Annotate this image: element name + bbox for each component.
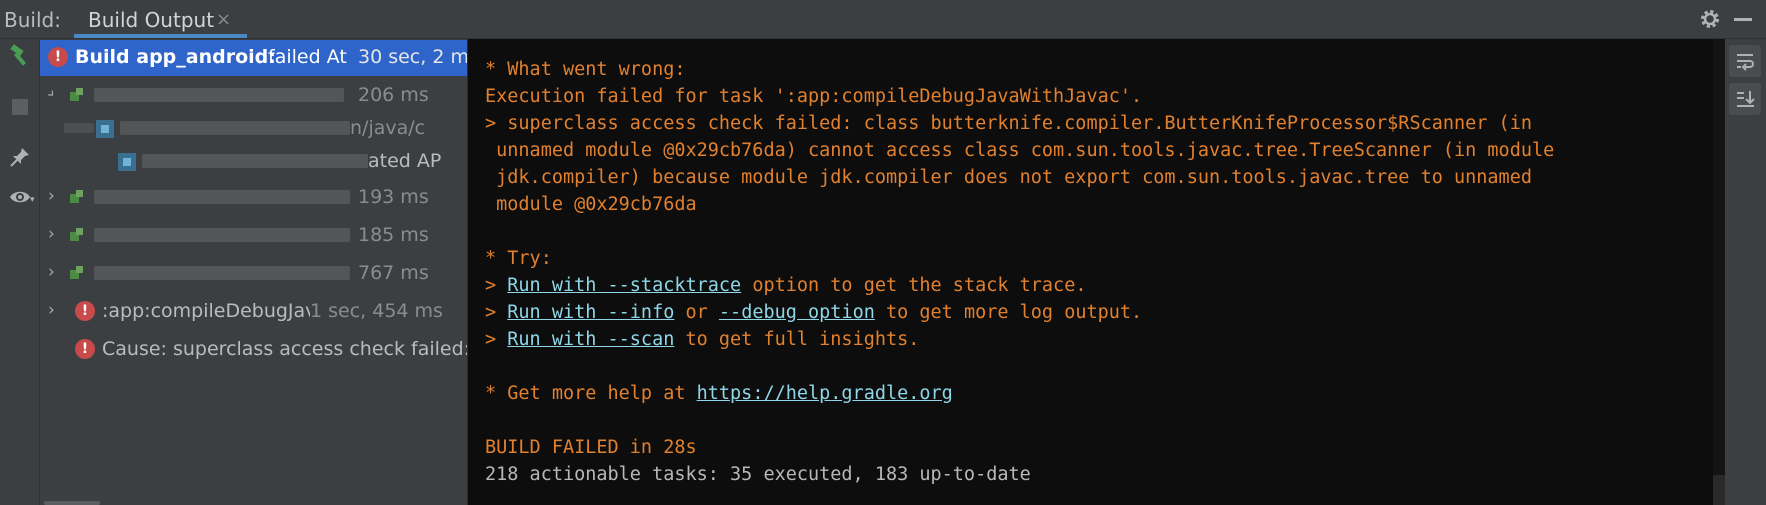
tree-row[interactable]: ated AP bbox=[40, 144, 467, 180]
hammer-icon[interactable] bbox=[6, 41, 34, 69]
pin-icon[interactable] bbox=[6, 143, 34, 171]
line-middle: or bbox=[674, 302, 719, 323]
left-toolbar: ▾ bbox=[0, 39, 40, 505]
console-output[interactable]: * What went wrong: Execution failed for … bbox=[468, 39, 1725, 505]
expand-arrow-icon[interactable]: › bbox=[48, 300, 55, 320]
run-scan-link[interactable]: Run with --scan bbox=[507, 329, 674, 350]
redacted-text bbox=[120, 121, 350, 135]
build-tree[interactable]: ! Build app_android: failed At 30 sec, 2… bbox=[40, 39, 468, 505]
toolwindow-title: Build: bbox=[4, 8, 61, 32]
path-fragment: n/java/c bbox=[350, 117, 426, 139]
message-fragment: ated AP bbox=[368, 150, 442, 172]
build-failed-line: BUILD FAILED in 28s bbox=[485, 437, 697, 458]
task-name: :app:compileDebugJavaW bbox=[102, 300, 310, 322]
build-title: Build app_android: bbox=[75, 46, 276, 68]
soft-wrap-icon[interactable] bbox=[1729, 45, 1761, 77]
file-icon bbox=[118, 153, 136, 171]
file-icon bbox=[96, 120, 114, 138]
tree-row[interactable]: › 185 ms bbox=[40, 218, 467, 254]
console-line-try-stacktrace: > Run with --stacktrace option to get th… bbox=[485, 275, 1086, 296]
task-success-icon bbox=[70, 266, 84, 280]
help-prefix: * Get more help at bbox=[485, 383, 697, 404]
console-line-try-info: > Run with --info or --debug option to g… bbox=[485, 302, 1142, 323]
task-duration: 185 ms bbox=[358, 224, 429, 246]
task-duration: 193 ms bbox=[358, 186, 429, 208]
redacted-text bbox=[94, 228, 350, 242]
redacted-text bbox=[94, 266, 350, 280]
console-line: Execution failed for task ':app:compileD… bbox=[485, 86, 1143, 107]
tree-row-failed-task[interactable]: › ! :app:compileDebugJavaW 1 sec, 454 ms bbox=[40, 294, 467, 330]
build-root-node[interactable]: ! Build app_android: failed At 30 sec, 2… bbox=[40, 40, 468, 76]
console-line: * What went wrong: bbox=[485, 59, 686, 80]
prompt-prefix: > bbox=[485, 329, 508, 350]
tree-row[interactable]: n/java/c bbox=[40, 111, 467, 147]
gear-icon[interactable] bbox=[1698, 7, 1722, 31]
stop-icon[interactable] bbox=[6, 93, 34, 121]
tree-row[interactable]: › 193 ms bbox=[40, 180, 467, 216]
build-duration: 30 sec, 2 ms bbox=[358, 46, 468, 68]
error-icon: ! bbox=[48, 47, 68, 67]
redacted-text bbox=[142, 154, 368, 168]
task-duration: 206 ms bbox=[358, 84, 429, 106]
expand-arrow-icon[interactable]: › bbox=[48, 262, 55, 282]
tab-build-output[interactable]: Build Output × bbox=[74, 0, 247, 38]
collapse-arrow-icon[interactable]: › bbox=[42, 85, 61, 104]
redacted-text bbox=[94, 88, 344, 102]
redacted-text bbox=[64, 123, 94, 133]
tree-row[interactable]: › 206 ms bbox=[40, 78, 467, 114]
expand-arrow-icon[interactable]: › bbox=[48, 224, 55, 244]
tab-label: Build Output bbox=[88, 8, 215, 32]
error-icon: ! bbox=[75, 301, 95, 321]
build-status: failed At bbox=[268, 46, 347, 68]
task-duration: 1 sec, 454 ms bbox=[310, 300, 443, 322]
console-line-help: * Get more help at https://help.gradle.o… bbox=[485, 383, 953, 404]
tree-row-cause[interactable]: ! Cause: superclass access check failed:… bbox=[40, 332, 468, 368]
redacted-text bbox=[94, 190, 350, 204]
prompt-prefix: > bbox=[485, 302, 508, 323]
eye-icon[interactable]: ▾ bbox=[6, 183, 35, 211]
run-stacktrace-link[interactable]: Run with --stacktrace bbox=[507, 275, 741, 296]
console-line: > superclass access check failed: class … bbox=[485, 113, 1532, 134]
tasks-summary-line: 218 actionable tasks: 35 executed, 183 u… bbox=[485, 464, 1031, 485]
scrollbar-thumb[interactable] bbox=[1713, 475, 1725, 505]
line-suffix: to get more log output. bbox=[874, 302, 1143, 323]
run-info-link[interactable]: Run with --info bbox=[507, 302, 674, 323]
tree-row[interactable]: › 767 ms bbox=[40, 256, 467, 292]
debug-option-link[interactable]: --debug option bbox=[719, 302, 875, 323]
task-duration: 767 ms bbox=[358, 262, 429, 284]
prompt-prefix: > bbox=[485, 275, 508, 296]
gradle-help-link[interactable]: https://help.gradle.org bbox=[697, 383, 953, 404]
line-suffix: to get full insights. bbox=[674, 329, 920, 350]
console-line-try-scan: > Run with --scan to get full insights. bbox=[485, 329, 919, 350]
console-line: unnamed module @0x29cb76da) cannot acces… bbox=[485, 140, 1555, 161]
horizontal-scrollbar[interactable] bbox=[44, 501, 100, 505]
tab-close-icon[interactable]: × bbox=[216, 9, 231, 30]
task-success-icon bbox=[70, 190, 84, 204]
console-line: * Try: bbox=[485, 248, 552, 269]
expand-arrow-icon[interactable]: › bbox=[48, 186, 55, 206]
scroll-to-end-icon[interactable] bbox=[1729, 83, 1761, 115]
task-success-icon bbox=[70, 228, 84, 242]
cause-message: Cause: superclass access check failed: c bbox=[102, 338, 468, 360]
minimize-icon[interactable] bbox=[1734, 18, 1752, 21]
task-success-icon bbox=[70, 88, 84, 102]
active-tab-indicator bbox=[74, 34, 247, 38]
error-icon: ! bbox=[75, 339, 95, 359]
console-line: module @0x29cb76da bbox=[485, 194, 697, 215]
line-suffix: option to get the stack trace. bbox=[741, 275, 1087, 296]
console-line: jdk.compiler) because module jdk.compile… bbox=[485, 167, 1532, 188]
vertical-scrollbar[interactable] bbox=[1713, 39, 1725, 505]
build-toolwindow-header: Build: Build Output × bbox=[0, 0, 1766, 39]
right-toolbar bbox=[1725, 39, 1766, 505]
